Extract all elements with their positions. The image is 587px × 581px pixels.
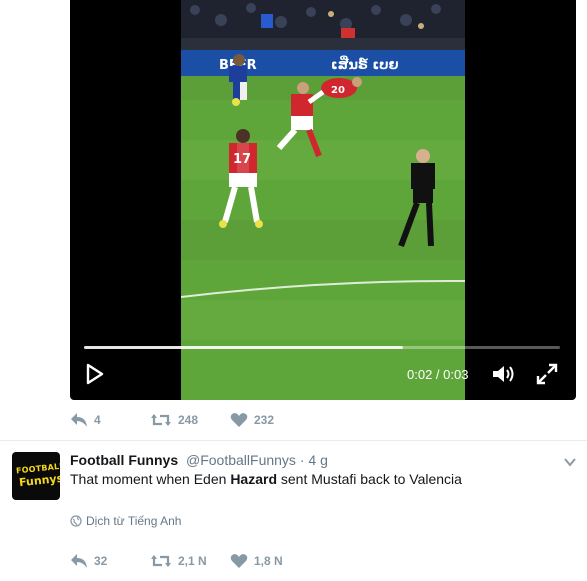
- play-button[interactable]: [82, 362, 106, 386]
- progress-fill: [84, 346, 403, 349]
- retweet-icon: [151, 414, 171, 426]
- like-count: 232: [254, 413, 275, 427]
- action-bar-tweet: 32 2,1 N 1,8 N: [70, 551, 283, 571]
- retweet-count: 248: [178, 413, 199, 427]
- tweet-like-count: 1,8 N: [254, 554, 283, 568]
- globe-icon: [70, 515, 82, 527]
- tweet-text-end: sent Mustafi back to Valencia: [277, 471, 462, 487]
- tweet-retweet-button[interactable]: 2,1 N: [150, 553, 230, 569]
- video-controls: 0:02 / 0:03: [70, 340, 576, 400]
- translate-link[interactable]: Dịch từ Tiếng Anh: [70, 514, 181, 528]
- translate-label: Dịch từ Tiếng Anh: [86, 514, 182, 528]
- player-number-2: 20: [331, 85, 345, 96]
- video-player[interactable]: BEER ເສີ່ນຣ໌ ເບຍ: [70, 0, 576, 400]
- tweet-header: Football Funnys @FootballFunnys · 4 g: [70, 452, 328, 468]
- action-bar-top: 4 248 232: [70, 410, 274, 430]
- fullscreen-button[interactable]: [535, 362, 559, 386]
- tweet-reply-count: 32: [94, 554, 108, 568]
- heart-icon: [230, 554, 248, 568]
- like-button[interactable]: 232: [230, 412, 274, 428]
- tweet-menu-button[interactable]: [564, 454, 576, 467]
- time-total: 0:03: [443, 367, 469, 382]
- user-handle[interactable]: @FootballFunnys: [186, 452, 296, 468]
- tweet[interactable]: FOOTBALL Funnys Football Funnys @Footbal…: [0, 441, 587, 581]
- reply-count: 4: [94, 413, 101, 427]
- tweet-reply-button[interactable]: 32: [70, 553, 150, 569]
- retweet-button[interactable]: 248: [150, 412, 230, 428]
- volume-button[interactable]: [490, 362, 516, 386]
- chevron-down-icon: [564, 458, 576, 467]
- tweet-text-bold[interactable]: Hazard: [230, 471, 277, 487]
- tweet-text: That moment when Eden Hazard sent Mustaf…: [70, 471, 462, 487]
- progress-bar[interactable]: [84, 346, 560, 349]
- ad-banner-right: ເສີ່ນຣ໌ ເບຍ: [331, 57, 399, 73]
- player-number: 17: [233, 152, 251, 167]
- heart-icon: [230, 413, 248, 427]
- reply-button[interactable]: 4: [70, 412, 150, 428]
- fullscreen-icon: [536, 363, 558, 385]
- timestamp[interactable]: 4 g: [308, 452, 327, 468]
- time-readout: 0:02 / 0:03: [407, 367, 469, 382]
- display-name[interactable]: Football Funnys: [70, 452, 178, 468]
- separator-dot: ·: [299, 452, 305, 468]
- tweet-retweet-count: 2,1 N: [178, 554, 207, 568]
- play-icon: [86, 363, 104, 385]
- tweet-text-start: That moment when Eden: [70, 471, 231, 487]
- avatar[interactable]: FOOTBALL Funnys: [12, 452, 60, 500]
- tweet-like-button[interactable]: 1,8 N: [230, 553, 283, 569]
- reply-icon: [71, 554, 87, 568]
- volume-icon: [493, 366, 514, 382]
- time-current: 0:02: [407, 367, 433, 382]
- retweet-icon: [151, 555, 171, 567]
- reply-icon: [71, 413, 87, 427]
